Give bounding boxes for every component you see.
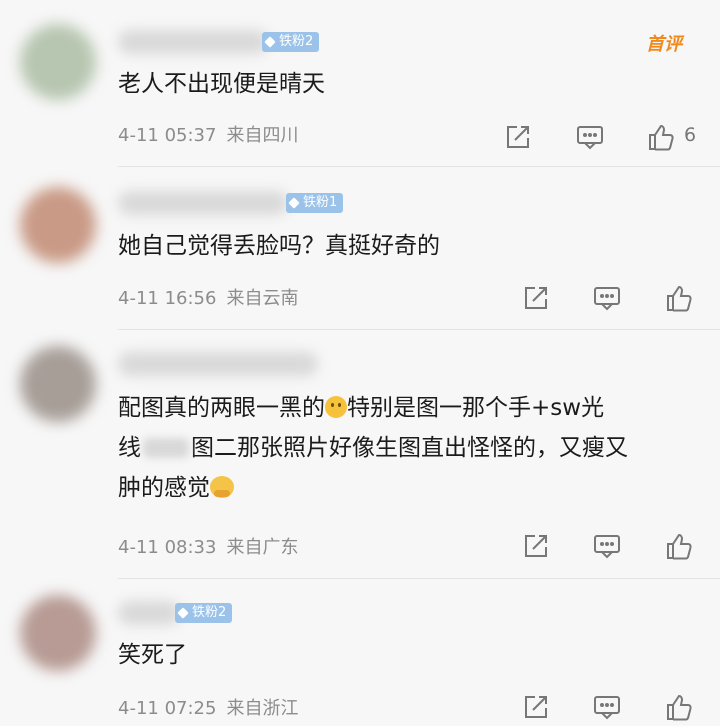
share-icon[interactable] xyxy=(521,531,551,561)
like-icon[interactable] xyxy=(664,531,694,561)
comment-actions xyxy=(0,531,720,561)
comment-item: 铁粉2 首评 老人不出现便是晴天 4-11 05:37 来自四川 6 xyxy=(0,0,720,166)
comment-item: 铁粉1 她自己觉得丢脸吗？真挺好奇的 4-11 16:56 来自云南 xyxy=(0,167,720,329)
like-icon[interactable] xyxy=(664,692,694,722)
username[interactable] xyxy=(118,352,318,376)
comment-icon[interactable] xyxy=(575,122,605,152)
like-icon[interactable] xyxy=(664,283,694,313)
comment-item: 配图真的两眼一黑的 特别是图一那个手+sw光 线图二那张照片好像生图直出怪怪的，又… xyxy=(0,330,720,578)
comment-text: 老人不出现便是晴天 xyxy=(118,71,325,97)
comment-icon[interactable] xyxy=(592,283,622,313)
hug-emoji xyxy=(210,476,234,498)
comment-icon[interactable] xyxy=(592,531,622,561)
first-comment-badge: 首评 xyxy=(646,34,682,55)
username[interactable] xyxy=(118,191,288,215)
smile-emoji xyxy=(325,396,347,418)
avatar[interactable] xyxy=(20,187,96,263)
share-icon[interactable] xyxy=(503,122,533,152)
username[interactable] xyxy=(118,601,180,625)
comment-actions: 6 xyxy=(0,122,720,152)
comment-list: 铁粉2 首评 老人不出现便是晴天 4-11 05:37 来自四川 6 铁粉1 她… xyxy=(0,0,720,726)
fan-badge: 铁粉1 xyxy=(286,193,344,213)
diamond-icon xyxy=(264,36,276,48)
comment-item: 铁粉2 笑死了 4-11 07:25 来自浙江 xyxy=(0,579,720,726)
fan-badge: 铁粉2 xyxy=(175,603,233,623)
fan-badge: 铁粉2 xyxy=(262,32,320,52)
comment-actions xyxy=(0,283,720,313)
share-icon[interactable] xyxy=(521,692,551,722)
avatar[interactable] xyxy=(20,346,96,422)
comment-icon[interactable] xyxy=(592,692,622,722)
diamond-icon xyxy=(177,607,189,619)
redacted-text xyxy=(143,438,189,458)
like-count: 6 xyxy=(684,124,697,146)
avatar[interactable] xyxy=(20,24,96,100)
comment-actions xyxy=(0,692,720,722)
avatar[interactable] xyxy=(20,595,96,671)
username[interactable] xyxy=(118,30,268,54)
diamond-icon xyxy=(288,197,300,209)
comment-text: 配图真的两眼一黑的 特别是图一那个手+sw光 线图二那张照片好像生图直出怪怪的，又… xyxy=(118,395,628,501)
like-icon[interactable] xyxy=(646,122,676,152)
comment-text: 笑死了 xyxy=(118,642,187,668)
comment-text: 她自己觉得丢脸吗？真挺好奇的 xyxy=(118,233,440,259)
share-icon[interactable] xyxy=(521,283,551,313)
